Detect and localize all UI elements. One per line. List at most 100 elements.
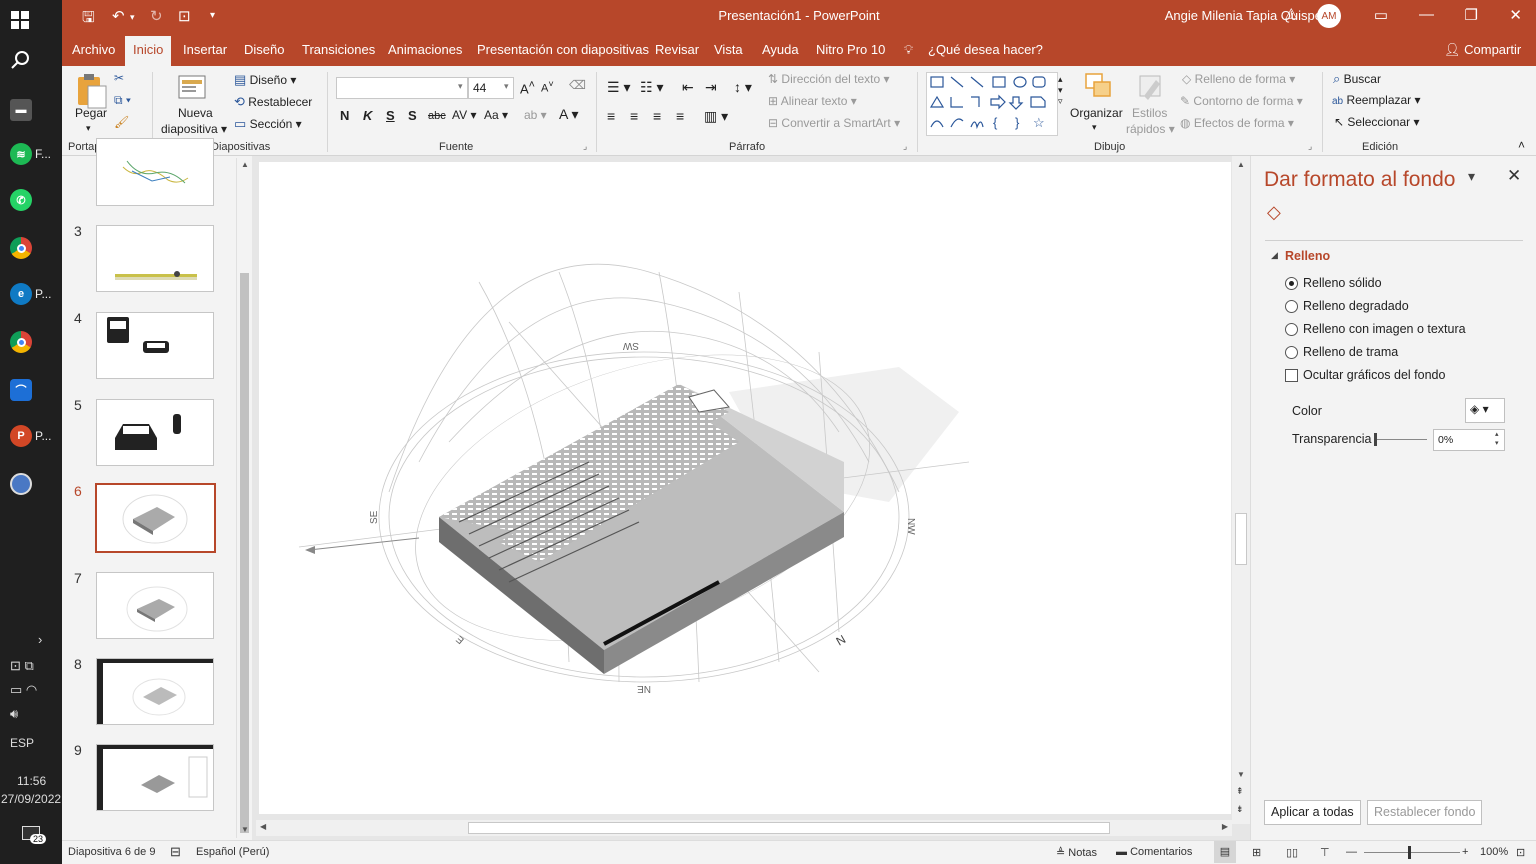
paste-button[interactable]: Pegar	[75, 106, 107, 120]
shapes-gallery[interactable]: {} ☆	[926, 72, 1058, 136]
tab-ayuda[interactable]: Ayuda	[762, 42, 799, 57]
ribbon-display-options-icon[interactable]: ▭	[1374, 6, 1388, 24]
tab-transiciones[interactable]: Transiciones	[302, 42, 375, 57]
hide-graphics-label[interactable]: Ocultar gráficos del fondo	[1303, 368, 1445, 382]
new-slide-icon[interactable]	[177, 72, 207, 105]
editor-vertical-scrollbar[interactable]: ▲ ▼ ⇞ ⇟	[1232, 156, 1250, 824]
font-grow-icon[interactable]: A˄	[520, 79, 535, 96]
tab-archivo[interactable]: Archivo	[72, 42, 115, 57]
shape-effects-button[interactable]: ◍ Efectos de forma ▾	[1180, 116, 1294, 130]
font-name-dropdown-icon[interactable]: ▾	[458, 81, 463, 92]
line-spacing-icon[interactable]: ↕ ▾	[734, 79, 752, 96]
font-color-icon[interactable]: A ▾	[559, 106, 578, 123]
quick-styles-icon[interactable]	[1136, 72, 1166, 105]
font-size-dropdown-icon[interactable]: ▾	[504, 81, 509, 92]
edge-icon[interactable]: e P...	[0, 274, 62, 314]
slide-thumbnail[interactable]	[96, 572, 214, 639]
quick-styles-button[interactable]: Estilos	[1132, 106, 1167, 120]
underline-icon[interactable]: S	[386, 108, 395, 123]
font-shrink-icon[interactable]: A˅	[541, 79, 554, 95]
user-name[interactable]: Angie Milenia Tapia Quispe	[1165, 8, 1322, 23]
bold-icon[interactable]: N	[340, 108, 349, 123]
option-label[interactable]: Relleno de trama	[1303, 345, 1398, 359]
italic-icon[interactable]: K	[363, 108, 372, 123]
align-right-icon[interactable]: ≡	[653, 108, 661, 124]
restore-icon[interactable]: ❐	[1465, 6, 1478, 24]
powerpoint-icon[interactable]: P P...	[0, 416, 62, 456]
close-icon[interactable]: ✕	[1509, 6, 1522, 24]
slide-thumbnail[interactable]	[96, 399, 214, 466]
scroll-left-icon[interactable]: ◀	[260, 822, 266, 831]
strikethrough-icon[interactable]: abc	[428, 110, 446, 122]
justify-icon[interactable]: ≡	[676, 108, 684, 124]
editor-hscroll-thumb[interactable]	[468, 822, 1110, 834]
new-slide-label[interactable]: diapositiva ▾	[161, 122, 227, 136]
transparency-slider-thumb[interactable]	[1374, 433, 1377, 446]
tab-presentacion[interactable]: Presentación con diapositivas	[477, 42, 649, 57]
columns-icon[interactable]: ▥ ▾	[704, 108, 728, 125]
section-button[interactable]: ▭ Sección ▾	[234, 116, 302, 132]
paste-dropdown-icon[interactable]: ▾	[86, 123, 91, 134]
collapse-ribbon-icon[interactable]: ˄	[1518, 138, 1525, 152]
highlight-icon[interactable]: ab ▾	[524, 108, 547, 122]
windows-start-icon[interactable]	[0, 0, 62, 40]
bullets-icon[interactable]: ☰ ▾	[607, 79, 630, 96]
editor-horizontal-scrollbar[interactable]: ◀ ▶	[256, 820, 1232, 836]
slide-canvas[interactable]: SW NW N NE SE E	[259, 162, 1231, 814]
spellcheck-icon[interactable]: ⊟	[170, 844, 181, 860]
transparency-slider[interactable]	[1375, 439, 1427, 440]
scroll-down-icon[interactable]: ▼	[1237, 770, 1245, 779]
change-case-icon[interactable]: Aa ▾	[484, 108, 508, 122]
apply-to-all-button[interactable]: Aplicar a todas	[1264, 800, 1361, 825]
tab-insertar[interactable]: Insertar	[183, 42, 227, 57]
numbering-icon[interactable]: ☷ ▾	[640, 79, 663, 96]
comments-button[interactable]: ▬ Comentarios	[1116, 846, 1192, 858]
next-slide-icon[interactable]: ⇟	[1236, 804, 1244, 815]
tab-vista[interactable]: Vista	[714, 42, 743, 57]
scroll-up-icon[interactable]: ▲	[241, 160, 249, 169]
clock-date[interactable]: 27/09/2022	[1, 792, 61, 806]
chevron-right-icon[interactable]: ›	[38, 632, 42, 647]
app-blue-icon[interactable]: ⌒	[0, 370, 62, 410]
shadow-icon[interactable]: S	[408, 108, 417, 123]
option-label[interactable]: Relleno con imagen o textura	[1303, 322, 1466, 336]
text-direction-button[interactable]: ⇅ Dirección del texto ▾	[768, 72, 889, 86]
arrange-button[interactable]: Organizar	[1070, 106, 1123, 120]
avatar[interactable]: AM	[1317, 4, 1341, 28]
cut-icon[interactable]: ✂	[114, 71, 124, 85]
shape-fill-button[interactable]: ◇ Relleno de forma ▾	[1182, 72, 1295, 86]
zoom-level[interactable]: 100%	[1480, 846, 1508, 858]
reset-background-button[interactable]: Restablecer fondo	[1367, 800, 1483, 825]
radio-solid-fill[interactable]	[1285, 277, 1298, 290]
reset-button[interactable]: ⟲ Restablecer	[234, 94, 312, 110]
notifications-icon[interactable]: 23	[22, 826, 47, 844]
layout-button[interactable]: ▤ Diseño ▾	[234, 72, 296, 88]
normal-view-icon[interactable]: ▤	[1214, 841, 1236, 863]
align-left-icon[interactable]: ≡	[607, 108, 615, 124]
transparency-spinner-icon[interactable]: ▴ ▾	[1495, 430, 1499, 448]
tab-inicio[interactable]: Inicio	[125, 36, 172, 66]
volume-icon[interactable]: 🔊︎	[10, 706, 18, 722]
section-fill[interactable]: Relleno	[1285, 249, 1330, 263]
slideshow-icon[interactable]: ⊤	[1320, 846, 1330, 859]
tab-animaciones[interactable]: Animaciones	[388, 42, 462, 57]
arrange-dropdown-icon[interactable]: ▾	[1092, 122, 1097, 133]
language-status[interactable]: Español (Perú)	[196, 846, 269, 858]
replace-button[interactable]: ab Reemplazar ▾	[1332, 93, 1421, 107]
increase-indent-icon[interactable]: ⇥	[705, 79, 717, 96]
collapse-section-icon[interactable]: ◢	[1271, 250, 1278, 261]
tab-diseno[interactable]: Diseño	[244, 42, 284, 57]
scroll-down-icon[interactable]: ▼	[241, 825, 249, 834]
shape-outline-button[interactable]: ✎ Contorno de forma ▾	[1180, 94, 1303, 108]
clock-time[interactable]: 11:56	[17, 774, 46, 788]
language-indicator[interactable]: ESP	[10, 736, 34, 750]
slide-thumbnail[interactable]	[96, 312, 214, 379]
quick-styles-label[interactable]: rápidos ▾	[1126, 122, 1175, 136]
zoom-slider[interactable]	[1364, 852, 1460, 853]
drawing-launcher-icon[interactable]: ⌟	[1308, 141, 1312, 152]
shapes-scroll-icon[interactable]: ▴ ▾ ▿	[1058, 74, 1063, 107]
slide-sorter-icon[interactable]: ⊞	[1252, 846, 1261, 859]
thumbnails-scrollbar[interactable]: ▲ ▼	[236, 158, 252, 838]
paste-icon[interactable]	[74, 72, 108, 110]
hide-graphics-checkbox[interactable]	[1285, 369, 1298, 382]
